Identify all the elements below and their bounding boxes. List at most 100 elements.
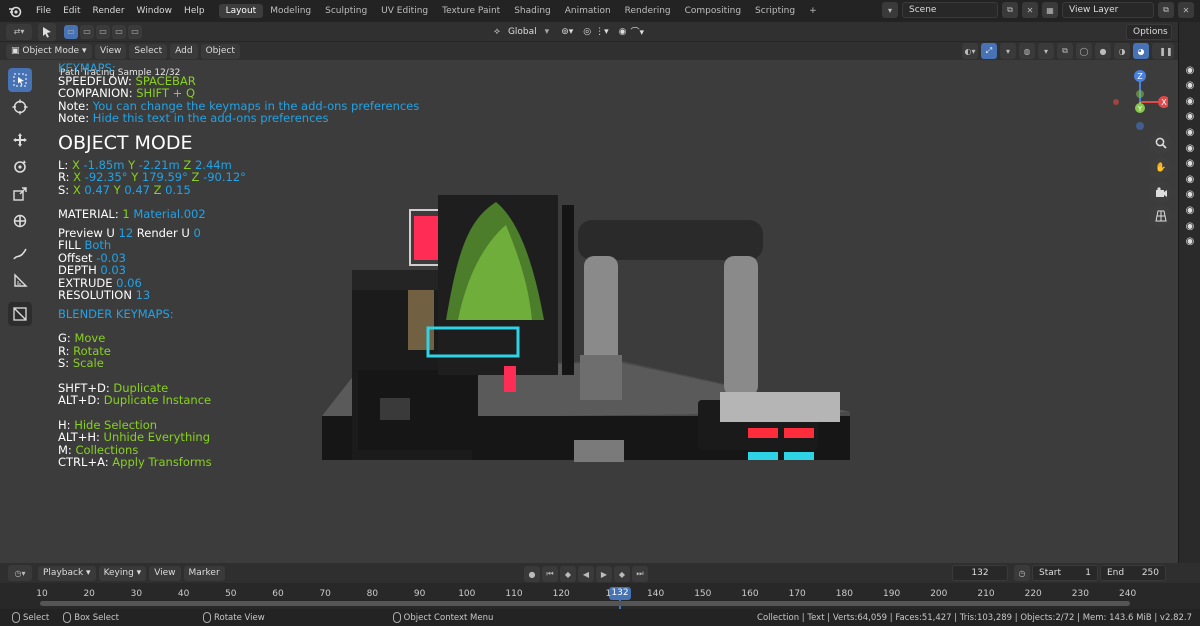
visibility-eye-icon[interactable]: ◉: [1181, 78, 1199, 94]
tab-shading[interactable]: Shading: [507, 4, 558, 18]
select-new-icon[interactable]: ▭: [64, 24, 78, 39]
frame-ruler[interactable]: 132 10 20 30 40 50 60 70 80 90 100 110 120 1 140 150 16…: [0, 583, 1200, 609]
object-menu[interactable]: Object: [200, 43, 240, 59]
solid-shading-icon[interactable]: ●: [1095, 43, 1111, 59]
playhead-frame[interactable]: 132: [609, 587, 631, 600]
select-menu[interactable]: Select: [129, 43, 168, 59]
visibility-eye-icon[interactable]: ◉: [1181, 187, 1199, 203]
tab-animation[interactable]: Animation: [558, 4, 618, 18]
rendered-scene[interactable]: [318, 130, 854, 462]
visibility-eye-icon[interactable]: ◉: [1181, 218, 1199, 234]
tab-layout[interactable]: Layout: [218, 4, 264, 18]
pause-render-icon[interactable]: ❚❚: [1158, 43, 1174, 59]
visibility-eye-icon[interactable]: ◉: [1181, 202, 1199, 218]
mode-dropdown[interactable]: ▣ Object Mode ▾: [6, 43, 92, 59]
visibility-eye-icon[interactable]: ◉: [1181, 124, 1199, 140]
zoom-icon[interactable]: [1150, 132, 1172, 154]
marker-menu[interactable]: Marker: [183, 565, 225, 581]
overlays-icon[interactable]: ◍: [1019, 43, 1035, 59]
next-keyframe-icon[interactable]: ◆: [614, 566, 630, 582]
view-menu[interactable]: View: [95, 43, 127, 59]
visibility-eye-icon[interactable]: ◉: [1181, 62, 1199, 78]
editor-type-icon[interactable]: ◷▾: [8, 565, 32, 581]
add-workspace-button[interactable]: +: [802, 4, 824, 18]
falloff-icon[interactable]: ⌒▾: [631, 25, 645, 38]
visibility-eye-icon[interactable]: ◉: [1181, 140, 1199, 156]
chevron-down-icon[interactable]: ▾: [1000, 43, 1016, 59]
new-view-layer-icon[interactable]: ⧉: [1158, 2, 1174, 18]
keying-menu[interactable]: Keying ▾: [98, 565, 147, 581]
visibility-eye-icon[interactable]: ◉: [1181, 156, 1199, 172]
delete-scene-icon[interactable]: ✕: [1022, 2, 1038, 18]
scale-tool-icon[interactable]: [8, 182, 32, 206]
add-menu[interactable]: Add: [170, 43, 198, 59]
delete-view-layer-icon[interactable]: ✕: [1178, 2, 1194, 18]
timeline-view-menu[interactable]: View: [149, 565, 181, 581]
select-subtract-icon[interactable]: ▭: [96, 24, 110, 39]
blender-logo-icon[interactable]: [6, 2, 24, 20]
record-icon[interactable]: ●: [524, 566, 540, 582]
visibility-icon[interactable]: ◐▾: [962, 43, 978, 59]
proportional-edit-icon[interactable]: ◉: [619, 27, 627, 37]
new-scene-icon[interactable]: ⧉: [1002, 2, 1018, 18]
editor-type-icon[interactable]: ⇄▾: [6, 23, 32, 40]
tab-sculpting[interactable]: Sculpting: [318, 4, 374, 18]
scene-icon[interactable]: ▾: [882, 2, 898, 18]
scene-field[interactable]: Scene: [902, 2, 998, 18]
wireframe-shading-icon[interactable]: ◯: [1076, 43, 1092, 59]
tab-rendering[interactable]: Rendering: [618, 4, 678, 18]
options-dropdown[interactable]: Options: [1126, 24, 1172, 40]
perspective-grid-icon[interactable]: [1150, 205, 1172, 227]
tab-modeling[interactable]: Modeling: [263, 4, 318, 18]
view-layer-icon[interactable]: ▦: [1042, 2, 1058, 18]
chevron-down-icon[interactable]: ▾: [1038, 43, 1054, 59]
select-intersect-icon[interactable]: ▭: [128, 24, 142, 39]
tab-uv-editing[interactable]: UV Editing: [374, 4, 435, 18]
timeline-scrollbar[interactable]: [40, 601, 1130, 606]
menu-file[interactable]: File: [30, 6, 57, 16]
menu-edit[interactable]: Edit: [57, 6, 86, 16]
play-icon[interactable]: ▶: [596, 566, 612, 582]
snap-icon[interactable]: ◎: [583, 27, 591, 37]
gizmo-toggle-icon[interactable]: ⤢: [981, 43, 997, 59]
orientation-dropdown[interactable]: Global: [504, 27, 541, 37]
tab-scripting[interactable]: Scripting: [748, 4, 802, 18]
rotate-tool-icon[interactable]: [8, 155, 32, 179]
snap-target-icon[interactable]: ⋮▾: [595, 27, 609, 37]
orientation-icon[interactable]: ⟡: [494, 27, 500, 37]
3d-viewport[interactable]: Path Tracing Sample 12/32 KEYMAPS: SPEED…: [0, 60, 1178, 563]
measure-tool-icon[interactable]: [8, 269, 32, 293]
visibility-eye-icon[interactable]: ◉: [1181, 234, 1199, 250]
annotate-tool-icon[interactable]: [8, 242, 32, 266]
transform-tool-icon[interactable]: [8, 209, 32, 233]
select-invert-icon[interactable]: ▭: [112, 24, 126, 39]
camera-view-icon[interactable]: [1150, 181, 1172, 203]
prev-keyframe-icon[interactable]: ◆: [560, 566, 576, 582]
start-frame-field[interactable]: Start 1: [1032, 565, 1098, 581]
select-extend-icon[interactable]: ▭: [80, 24, 94, 39]
current-frame-field[interactable]: 132: [952, 565, 1008, 581]
select-box-tool-icon[interactable]: [8, 68, 32, 92]
visibility-eye-icon[interactable]: ◉: [1181, 93, 1199, 109]
cursor-tool-icon[interactable]: [8, 95, 32, 119]
rendered-shading-icon[interactable]: ◕: [1133, 43, 1149, 59]
menu-window[interactable]: Window: [131, 6, 179, 16]
end-frame-field[interactable]: End 250: [1100, 565, 1166, 581]
tab-compositing[interactable]: Compositing: [678, 4, 748, 18]
view-layer-field[interactable]: View Layer: [1062, 2, 1154, 18]
visibility-eye-icon[interactable]: ◉: [1181, 109, 1199, 125]
jump-start-icon[interactable]: ⏮: [542, 566, 558, 582]
playback-menu[interactable]: Playback ▾: [38, 565, 96, 581]
menu-render[interactable]: Render: [87, 6, 131, 16]
navigation-gizmo[interactable]: Z X Y: [1108, 68, 1168, 138]
visibility-eye-icon[interactable]: ◉: [1181, 171, 1199, 187]
tab-texture-paint[interactable]: Texture Paint: [435, 4, 507, 18]
xray-icon[interactable]: ⧉: [1057, 43, 1073, 59]
add-cube-tool-icon[interactable]: [8, 302, 32, 326]
stopwatch-icon[interactable]: ◷: [1014, 565, 1030, 581]
menu-help[interactable]: Help: [178, 6, 211, 16]
pivot-icon[interactable]: ⊚▾: [561, 27, 573, 37]
material-shading-icon[interactable]: ◑: [1114, 43, 1130, 59]
play-reverse-icon[interactable]: ◀: [578, 566, 594, 582]
tweak-tool-icon[interactable]: [38, 22, 56, 41]
